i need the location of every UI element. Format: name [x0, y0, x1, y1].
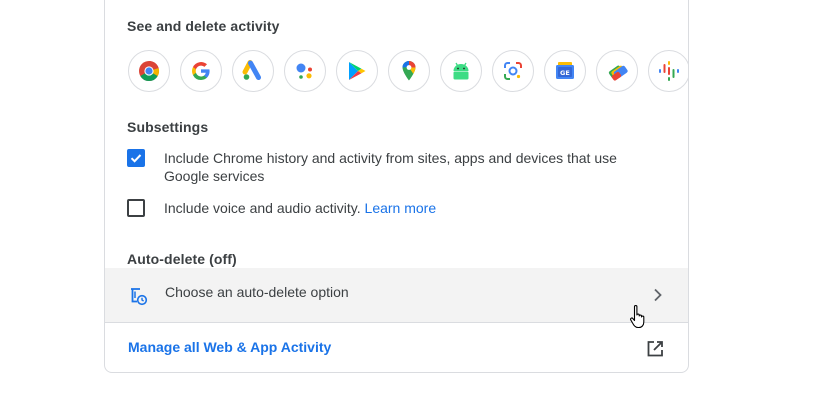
chevron-right-icon [654, 288, 662, 302]
hand-cursor-icon [630, 304, 645, 329]
svg-text:GE: GE [560, 69, 570, 77]
google-ads-icon[interactable] [232, 50, 274, 92]
chrome-history-checkbox[interactable] [127, 149, 145, 167]
chrome-icon[interactable] [128, 50, 170, 92]
podcasts-icon[interactable] [648, 50, 688, 92]
chrome-history-setting: Include Chrome history and activity from… [127, 149, 664, 185]
voice-audio-setting: Include voice and audio activity. Learn … [127, 199, 664, 217]
android-icon[interactable] [440, 50, 482, 92]
auto-delete-option-row[interactable]: Choose an auto-delete option [105, 268, 688, 329]
assistant-icon[interactable] [284, 50, 326, 92]
google-icon[interactable] [180, 50, 222, 92]
subsettings-title: Subsettings [127, 119, 209, 135]
learn-more-link[interactable]: Learn more [365, 200, 437, 216]
manage-web-app-activity-link[interactable]: Manage all Web & App Activity [128, 339, 331, 355]
play-store-icon[interactable] [336, 50, 378, 92]
auto-delete-title: Auto-delete (off) [127, 251, 237, 267]
voice-audio-label: Include voice and audio activity. [164, 200, 361, 216]
auto-delete-icon [131, 288, 148, 306]
checkmark-icon [130, 154, 142, 163]
activity-controls-card: See and delete activity GE Subsettings I… [104, 0, 689, 373]
see-delete-activity-title: See and delete activity [127, 18, 280, 34]
auto-delete-option-label: Choose an auto-delete option [165, 284, 349, 300]
voice-audio-checkbox[interactable] [127, 199, 145, 217]
google-pay-icon[interactable] [596, 50, 638, 92]
app-icons-row: GE [128, 50, 688, 96]
open-in-new-icon[interactable] [645, 339, 665, 359]
chrome-history-label: Include Chrome history and activity from… [164, 150, 617, 184]
maps-icon[interactable] [388, 50, 430, 92]
lens-icon[interactable] [492, 50, 534, 92]
news-icon[interactable]: GE [544, 50, 586, 92]
